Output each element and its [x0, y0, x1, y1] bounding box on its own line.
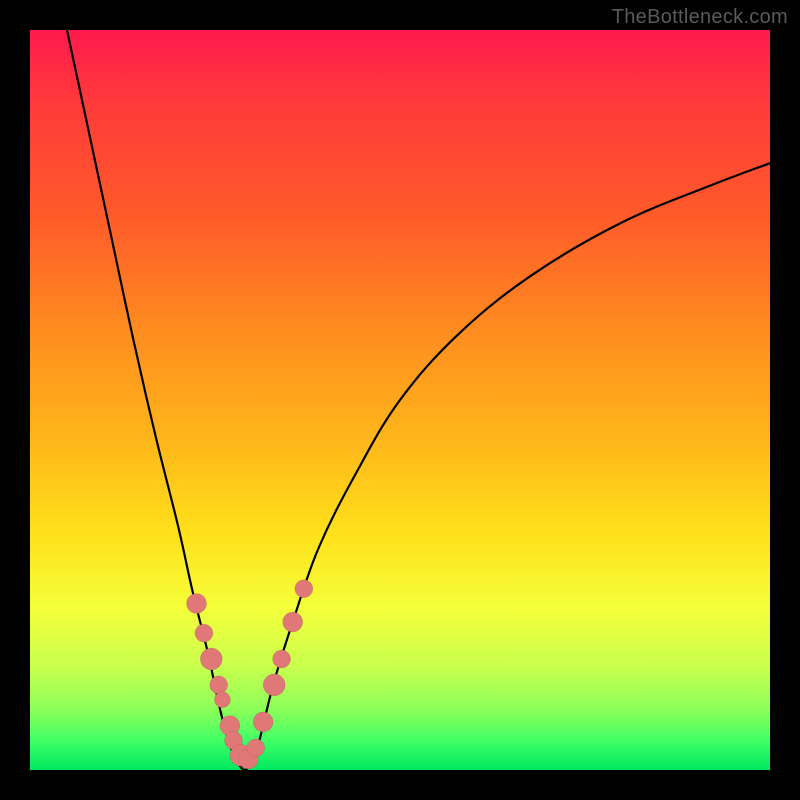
- curve-left: [67, 30, 234, 755]
- curve-right: [256, 163, 770, 755]
- scatter-dot: [187, 594, 207, 614]
- scatter-dot: [263, 674, 285, 696]
- plot-svg: [30, 30, 770, 770]
- scatter-dot: [200, 648, 222, 670]
- plot-area: [30, 30, 770, 770]
- scatter-dot: [273, 650, 291, 668]
- chart-frame: TheBottleneck.com: [0, 0, 800, 800]
- watermark-text: TheBottleneck.com: [612, 6, 788, 29]
- scatter-dot: [253, 712, 273, 732]
- scatter-dot: [195, 624, 213, 642]
- scatter-dot: [247, 739, 265, 757]
- scatter-dot: [283, 612, 303, 632]
- scatter-dot: [210, 676, 228, 694]
- scatter-markers: [187, 580, 313, 769]
- scatter-dot: [214, 692, 230, 708]
- scatter-dot: [295, 580, 313, 598]
